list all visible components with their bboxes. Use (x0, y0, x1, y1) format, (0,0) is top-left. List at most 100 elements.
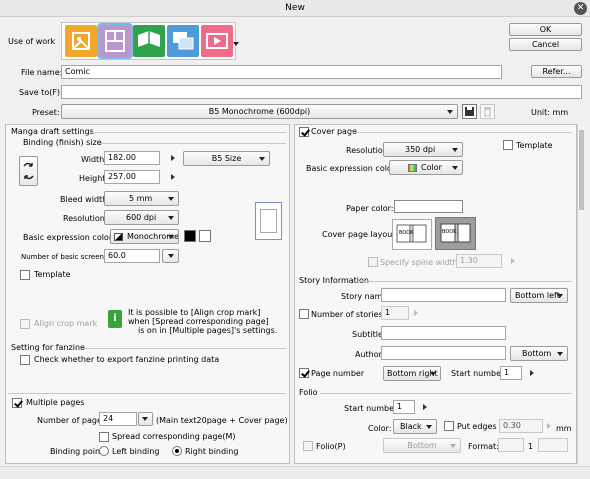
binding-size-title: Binding (finish) size (23, 138, 102, 147)
folio-pos-value: Bottom (407, 441, 437, 450)
folio-pos-select[interactable]: Bottom (383, 438, 461, 453)
page-number-pos-select[interactable]: Bottom right (383, 366, 441, 381)
layout-option-1[interactable]: BOOK (392, 219, 432, 250)
illustration-icon[interactable] (65, 25, 97, 57)
black-swatch[interactable] (184, 230, 196, 242)
cover-resolution-select[interactable]: 350 dpi (383, 142, 463, 157)
multiple-pages-checkbox[interactable] (12, 398, 22, 408)
width-arrow-icon[interactable] (171, 155, 175, 161)
scrollbar[interactable] (577, 124, 584, 464)
right-binding-radio[interactable] (172, 446, 182, 456)
cover-template-checkbox[interactable] (503, 140, 513, 150)
folio-start-input[interactable]: 1 (393, 400, 415, 414)
file-name-label: File name: (21, 68, 63, 77)
save-to-label: Save to(F): (19, 88, 63, 97)
save-to-input[interactable] (61, 85, 582, 99)
spine-input[interactable]: 1.30 (456, 254, 502, 268)
info-icon: i (108, 310, 122, 328)
work-dropdown-icon[interactable] (233, 42, 239, 46)
paper-color-swatch[interactable] (394, 200, 463, 213)
page-number-label: Page number (311, 369, 365, 378)
svg-text:BOOK: BOOK (442, 229, 457, 235)
page-start-arrow-icon[interactable] (530, 370, 534, 376)
width-input[interactable]: 182.00 (104, 151, 160, 165)
status-strip (0, 466, 590, 479)
white-swatch[interactable] (199, 230, 211, 242)
title-bar: New (0, 0, 590, 17)
basic-color-select[interactable]: Monochrome (110, 229, 179, 244)
author-pos-select[interactable]: Bottom (510, 346, 568, 361)
bleed-label: Bleed width: (60, 195, 110, 204)
num-pages-dropdown[interactable] (138, 412, 153, 426)
comic-icon[interactable] (97, 23, 133, 59)
story-name-pos-value: Bottom left (515, 291, 560, 300)
unit-label: Unit: mm (531, 108, 569, 117)
folio-color-select[interactable]: Black (393, 419, 437, 434)
folio-checkbox[interactable] (303, 441, 313, 451)
resolution-value: 600 dpi (126, 213, 157, 222)
window-title: New (285, 3, 305, 13)
preset-select[interactable]: B5 Monochrome (600dpi) (61, 104, 458, 119)
put-edges-arrow-icon[interactable] (547, 423, 551, 429)
page-number-checkbox[interactable] (299, 368, 309, 378)
swap-orientation-icon[interactable] (19, 156, 38, 186)
paper-color-label: Paper color: (346, 204, 394, 213)
svg-text:BOOK: BOOK (399, 230, 414, 236)
template-checkbox[interactable] (20, 270, 30, 280)
put-edges-input[interactable]: 0.30 (499, 419, 543, 433)
format-prefix-input[interactable] (498, 438, 524, 452)
layout-option-2[interactable]: BOOK (435, 217, 476, 250)
spine-label: Specify spine width (380, 258, 458, 267)
manga-section-title: Manga draft settings (11, 127, 94, 136)
multiple-pages-label: Multiple pages (26, 398, 85, 407)
preset-label: Preset: (32, 108, 60, 117)
resolution-select[interactable]: 600 dpi (104, 210, 179, 225)
cover-template-label: Template (516, 141, 553, 150)
align-crop-checkbox[interactable] (20, 319, 30, 329)
put-edges-checkbox[interactable] (444, 421, 454, 431)
height-arrow-icon[interactable] (171, 174, 175, 180)
size-preset-select[interactable]: B5 Size (183, 151, 270, 166)
story-name-input[interactable] (381, 288, 506, 302)
story-name-pos-select[interactable]: Bottom left (510, 288, 568, 303)
close-icon[interactable]: ✕ (574, 2, 587, 15)
spread-checkbox[interactable] (99, 432, 109, 442)
save-preset-icon[interactable] (462, 104, 477, 119)
cover-basic-color-select[interactable]: Color (389, 160, 463, 175)
resolution-label: Resolution: (63, 214, 108, 223)
num-stories-input[interactable]: 1 (381, 306, 409, 320)
spine-checkbox[interactable] (368, 257, 378, 267)
num-pages-note: (Main text20page + Cover page) (156, 416, 288, 425)
right-binding-label: Right binding (185, 447, 239, 456)
format-label: Format: (468, 442, 499, 451)
cover-page-checkbox[interactable] (299, 127, 309, 137)
format-suffix-input[interactable] (538, 438, 568, 452)
author-pos-value: Bottom (522, 349, 552, 358)
spine-arrow-icon[interactable] (511, 258, 515, 264)
bleed-select[interactable]: 5 mm (104, 191, 179, 206)
num-stories-arrow-icon[interactable] (414, 310, 418, 316)
refer-button[interactable]: Refer... (531, 65, 582, 78)
author-input[interactable] (381, 346, 506, 360)
ok-button[interactable]: OK (509, 23, 582, 36)
num-stories-checkbox[interactable] (299, 309, 309, 319)
num-stories-label: Number of stories (311, 310, 383, 319)
height-input[interactable]: 257.00 (104, 170, 160, 184)
file-name-input[interactable]: Comic (61, 65, 502, 79)
num-pages-input[interactable]: 24 (99, 412, 137, 426)
folio-title: Folio (299, 388, 318, 397)
screen-freq-input[interactable]: 60.0 (104, 249, 160, 263)
webtoon-icon[interactable] (133, 25, 165, 57)
folio-start-arrow-icon[interactable] (423, 404, 427, 410)
animation-icon[interactable] (167, 25, 199, 57)
screen-freq-dropdown[interactable] (162, 249, 179, 263)
subtitle-input[interactable] (381, 326, 506, 340)
page-start-input[interactable]: 1 (500, 366, 522, 380)
cover-resolution-value: 350 dpi (405, 145, 436, 154)
timelapse-icon[interactable] (201, 25, 233, 57)
fanzine-checkbox[interactable] (20, 355, 30, 365)
delete-preset-icon[interactable] (480, 104, 495, 119)
basic-color-label: Basic expression color: (23, 233, 115, 242)
cancel-button[interactable]: Cancel (509, 38, 582, 51)
left-binding-radio[interactable] (99, 446, 109, 456)
